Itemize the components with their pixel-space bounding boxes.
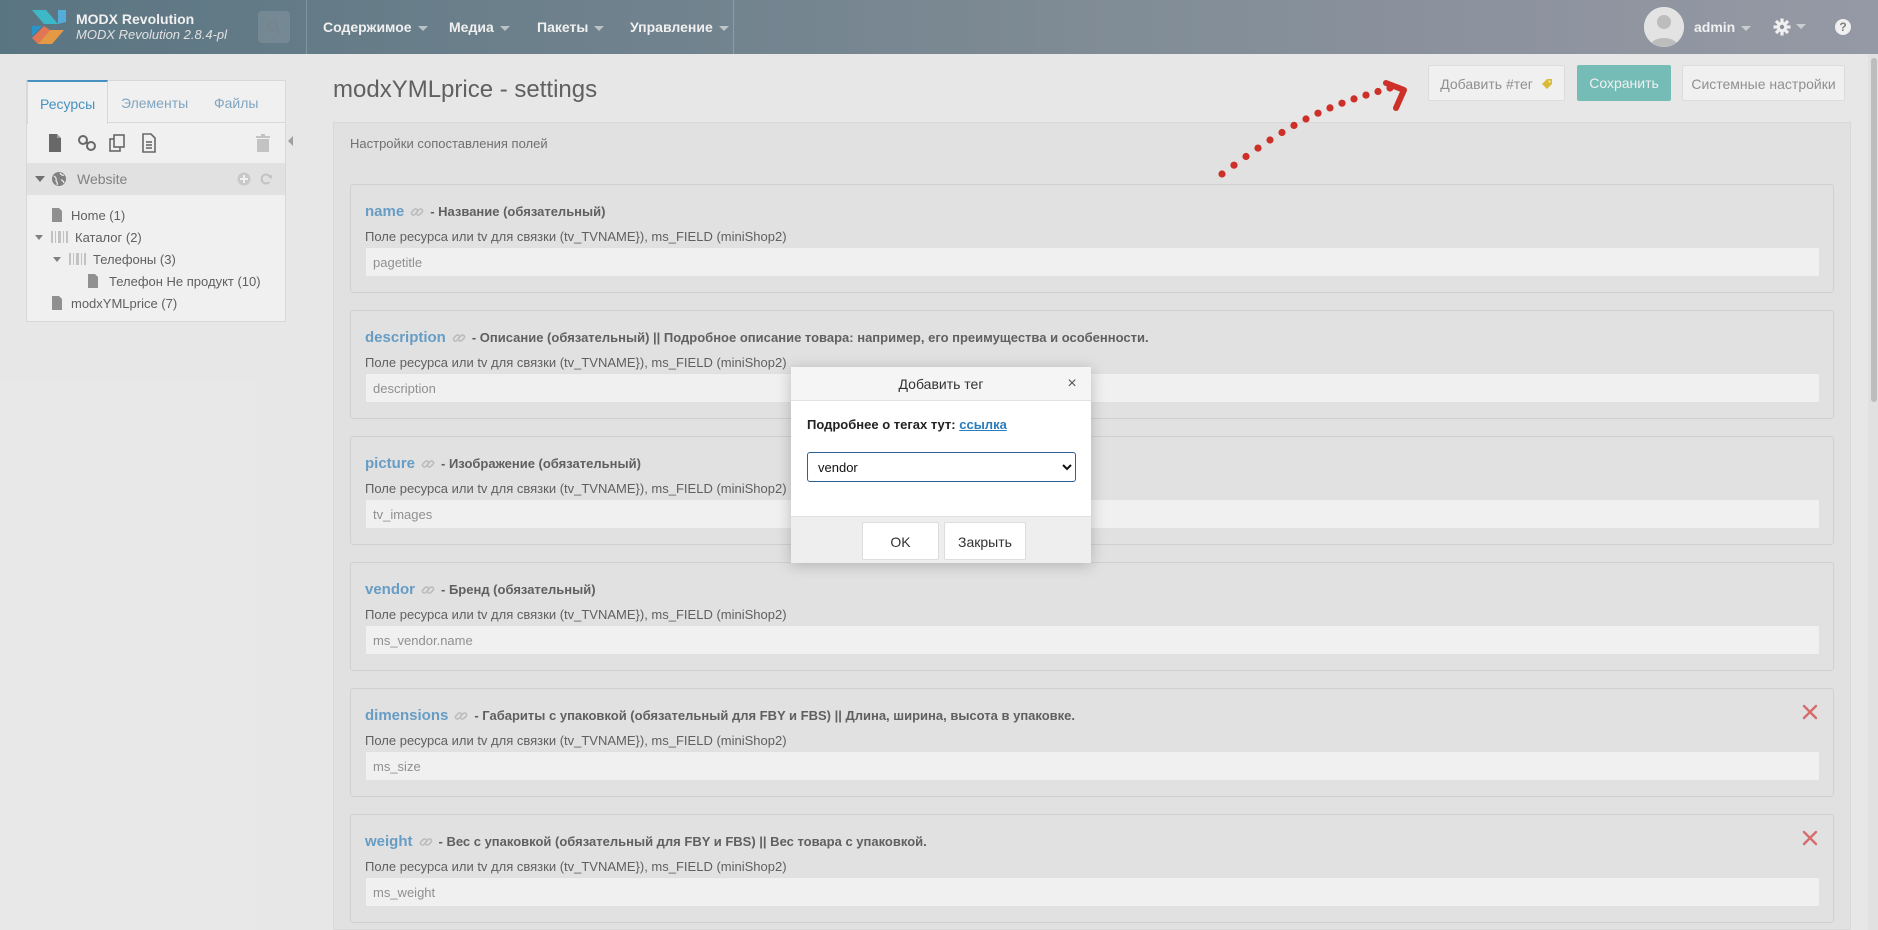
docs-link[interactable]: ссылка <box>959 417 1007 432</box>
dialog-footer: OK Закрыть <box>791 516 1091 563</box>
dialog-info-text: Подробнее о тегах тут: <box>807 417 956 432</box>
add-tag-dialog: Добавить тег × Подробнее о тегах тут: сс… <box>791 367 1091 563</box>
close-button[interactable]: Закрыть <box>944 522 1026 560</box>
dialog-title: Добавить тег <box>898 376 984 392</box>
ok-button[interactable]: OK <box>862 522 939 560</box>
dialog-info: Подробнее о тегах тут: ссылка <box>807 417 1007 432</box>
dialog-header: Добавить тег × <box>791 367 1091 401</box>
close-icon[interactable]: × <box>1065 376 1079 392</box>
tag-select[interactable]: vendor <box>807 452 1076 482</box>
